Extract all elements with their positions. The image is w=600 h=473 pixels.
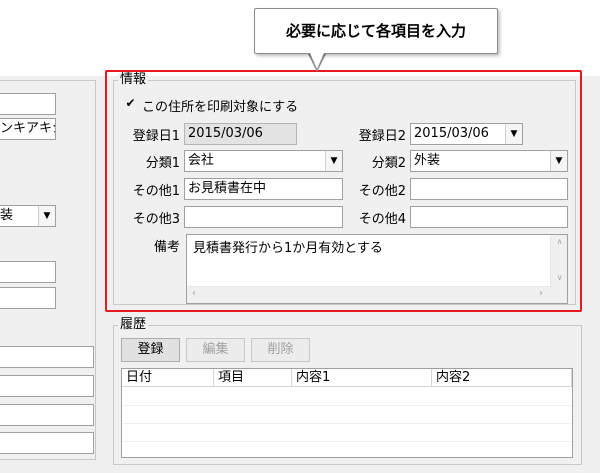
left-field-3[interactable] bbox=[0, 261, 56, 283]
left-field-2[interactable]: ンキアキシ bbox=[0, 118, 56, 140]
edit-button[interactable]: 編集 bbox=[186, 338, 245, 362]
left-combo[interactable]: 装 ▼ bbox=[0, 205, 56, 227]
delete-button[interactable]: 削除 bbox=[251, 338, 310, 362]
history-legend: 履歴 bbox=[118, 317, 149, 332]
list-row-line bbox=[122, 423, 572, 424]
list-row-line bbox=[122, 405, 572, 406]
left-field-5[interactable] bbox=[0, 346, 94, 368]
left-field-1[interactable] bbox=[0, 93, 56, 115]
left-field-6[interactable] bbox=[0, 375, 94, 397]
column-header-content1[interactable]: 内容1 bbox=[292, 369, 432, 387]
dropdown-arrow-icon[interactable]: ▼ bbox=[38, 206, 55, 226]
list-row-line bbox=[122, 441, 572, 442]
column-header-date[interactable]: 日付 bbox=[122, 369, 214, 387]
info-highlight-box bbox=[105, 70, 582, 312]
column-header-content2[interactable]: 内容2 bbox=[432, 369, 572, 387]
left-combo-text: 装 bbox=[0, 208, 14, 223]
callout-tail-fill bbox=[310, 53, 324, 69]
callout-text: 必要に応じて各項目を入力 bbox=[285, 22, 466, 40]
column-header-item[interactable]: 項目 bbox=[214, 369, 292, 387]
callout-box: 必要に応じて各項目を入力 bbox=[254, 8, 498, 54]
left-field-2-text: ンキアキシ bbox=[0, 121, 55, 136]
register-button[interactable]: 登録 bbox=[121, 338, 180, 362]
left-field-8[interactable] bbox=[0, 432, 94, 454]
left-field-4[interactable] bbox=[0, 287, 56, 309]
history-list[interactable]: 日付 項目 内容1 内容2 bbox=[121, 368, 573, 458]
left-field-7[interactable] bbox=[0, 404, 94, 426]
